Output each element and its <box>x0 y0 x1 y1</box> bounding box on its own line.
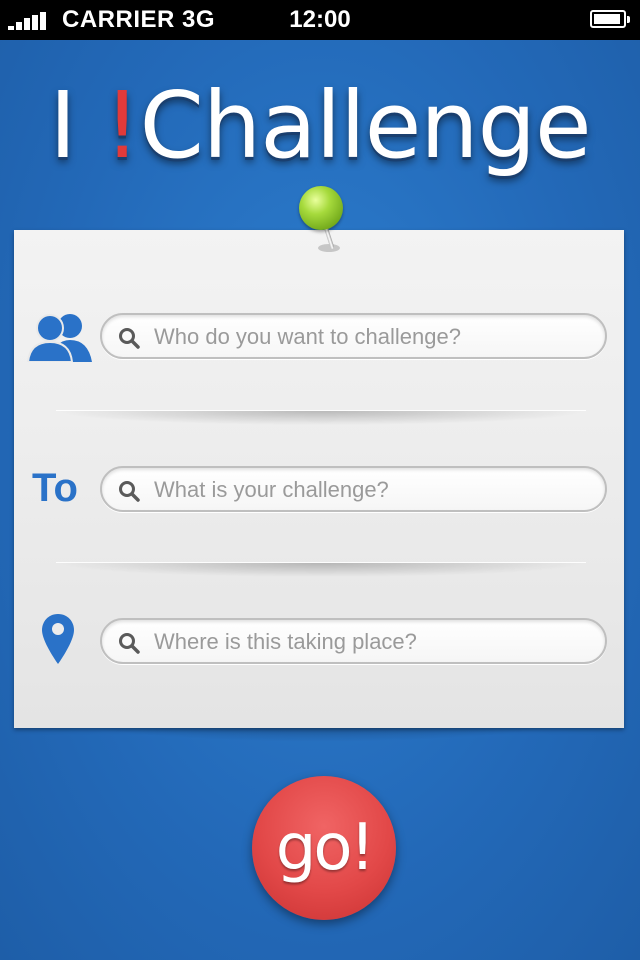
location-field[interactable] <box>100 618 607 664</box>
title-suffix: Challenge <box>139 72 592 179</box>
who-input[interactable] <box>152 315 596 359</box>
search-icon <box>119 481 140 502</box>
app-title: I !Challenge <box>0 72 640 179</box>
status-bar: CARRIER 3G 12:00 <box>0 0 640 40</box>
battery-icon <box>590 10 630 28</box>
go-button[interactable]: go! <box>252 776 396 920</box>
to-label: To <box>32 466 78 510</box>
search-icon <box>119 633 140 654</box>
status-time: 12:00 <box>289 6 351 33</box>
search-icon <box>119 328 140 349</box>
divider <box>56 562 586 577</box>
title-prefix: I <box>49 72 104 179</box>
pushpin-icon <box>299 186 343 230</box>
location-input[interactable] <box>152 620 596 664</box>
who-field[interactable] <box>100 313 607 359</box>
challenge-field[interactable] <box>100 466 607 512</box>
challenge-input[interactable] <box>152 468 596 512</box>
divider <box>56 410 586 425</box>
title-bang: ! <box>103 72 141 179</box>
location-pin-icon <box>42 614 74 664</box>
people-icon <box>26 314 92 362</box>
